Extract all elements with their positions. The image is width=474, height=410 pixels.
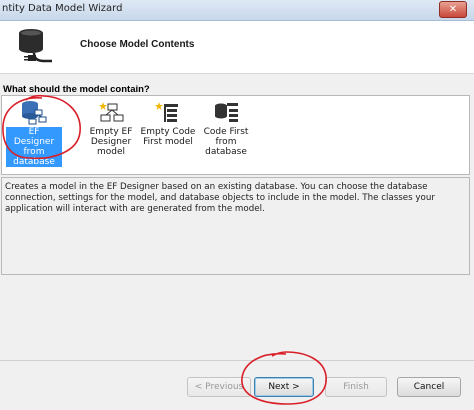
- option-label: Empty EF Designer model: [89, 127, 133, 157]
- next-button[interactable]: Next >: [254, 377, 314, 397]
- option-label: Code First from database: [203, 127, 249, 157]
- option-label: EF Designer from database: [6, 127, 62, 167]
- finish-button[interactable]: Finish: [325, 377, 387, 397]
- option-ef-designer-from-database[interactable]: EF Designer from database: [6, 100, 62, 167]
- footer-divider: [0, 360, 474, 361]
- empty-code-first-icon: [155, 102, 178, 122]
- option-empty-ef-designer-model[interactable]: Empty EF Designer model: [83, 100, 139, 166]
- wizard-header: Choose Model Contents: [0, 21, 474, 74]
- title-bar: ntity Data Model Wizard ✕: [0, 0, 474, 21]
- close-button[interactable]: ✕: [439, 1, 467, 18]
- option-code-first-from-database[interactable]: Code First from database: [198, 100, 254, 166]
- option-label: Empty Code First model: [140, 127, 196, 147]
- model-options-list: EF Designer from database Empty EF Desig…: [1, 95, 470, 175]
- database-model-icon: [22, 101, 47, 125]
- option-empty-code-first-model[interactable]: Empty Code First model: [140, 100, 196, 166]
- window-title: ntity Data Model Wizard: [2, 3, 123, 14]
- page-title: Choose Model Contents: [80, 39, 195, 50]
- previous-button[interactable]: < Previous: [187, 377, 251, 397]
- section-label: What should the model contain?: [3, 84, 150, 95]
- cancel-button[interactable]: Cancel: [397, 377, 461, 397]
- option-description: Creates a model in the EF Designer based…: [1, 177, 470, 275]
- close-icon: ✕: [448, 4, 458, 15]
- database-plug-icon: [19, 29, 52, 63]
- code-first-database-icon: [215, 103, 238, 122]
- empty-model-icon: [99, 102, 124, 122]
